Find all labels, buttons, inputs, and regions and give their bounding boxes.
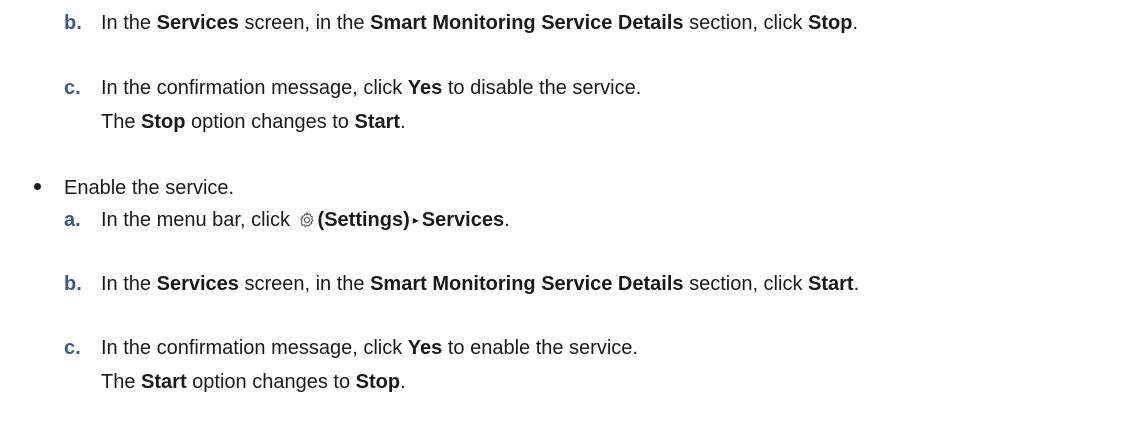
step-c-disable-result: The Stop option changes to Start. (101, 111, 406, 133)
step-b-disable-text: In the Services screen, in the Smart Mon… (101, 12, 858, 34)
step-c-disable-text: In the confirmation message, click Yes t… (101, 77, 642, 99)
step-c-enable-text: In the confirmation message, click Yes t… (101, 337, 638, 359)
gear-icon (298, 211, 316, 235)
step-marker-a: a. (64, 209, 81, 231)
step-marker-b: b. (64, 273, 82, 295)
step-marker-c: c. (64, 77, 81, 99)
enable-heading: Enable the service. (64, 177, 235, 199)
step-b-enable-text: In the Services screen, in the Smart Mon… (101, 273, 860, 295)
step-c-enable-result: The Start option changes to Stop. (101, 371, 406, 393)
step-a-enable-text: In the menu bar, click (Settings) ▸ Servic… (101, 208, 510, 235)
step-marker-b: b. (64, 12, 82, 34)
menu-path-arrow-icon: ▸ (412, 213, 419, 227)
step-marker-c: c. (64, 337, 81, 359)
bullet-marker (34, 183, 41, 190)
